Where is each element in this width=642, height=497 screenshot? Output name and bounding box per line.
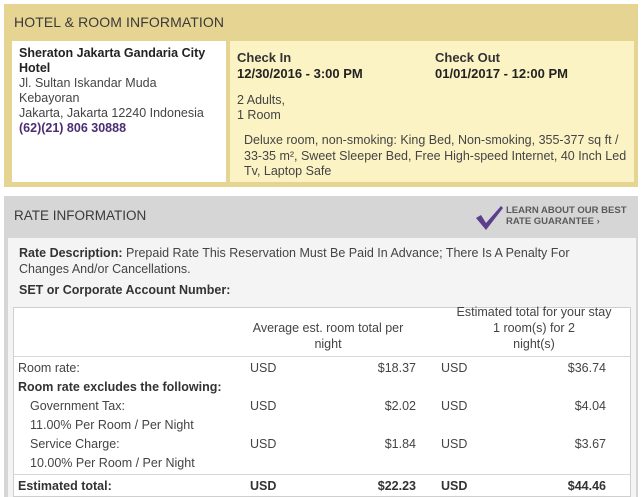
service-charge-total: $3.67 <box>574 437 606 451</box>
estimated-total-label: Estimated total: <box>18 479 112 493</box>
rate-description: Rate Description: Prepaid Rate This Rese… <box>19 246 619 277</box>
room-rate-avg: $18.37 <box>377 361 416 375</box>
guarantee-line-2: RATE GUARANTEE <box>506 216 594 227</box>
hotel-address-line: Jakarta, Jakarta 12240 Indonesia <box>19 106 204 120</box>
currency-cell: USD <box>441 437 468 451</box>
rate-section-title: RATE INFORMATION <box>14 208 147 223</box>
currency-cell: USD <box>441 399 468 413</box>
room-rate-label: Room rate: <box>18 361 80 375</box>
hotel-address-line: Kebayoran <box>19 91 80 105</box>
service-charge-detail: 10.00% Per Room / Per Night <box>30 456 195 470</box>
guarantee-line-1: LEARN ABOUT OUR BEST <box>506 205 627 216</box>
chevron-right-icon: › <box>596 216 600 227</box>
rate-description-label: Rate Description: <box>19 246 123 260</box>
currency-cell: USD <box>250 437 277 451</box>
guest-count: 2 Adults, <box>237 93 285 107</box>
best-rate-guarantee-link[interactable]: LEARN ABOUT OUR BEST RATE GUARANTEE › <box>474 202 634 232</box>
hotel-info-box: Sheraton Jakarta Gandaria City Hotel Jl.… <box>12 41 226 182</box>
estimated-total: $44.46 <box>567 479 606 493</box>
currency-cell: USD <box>250 399 277 413</box>
total-column-header: Estimated total for your stay 1 room(s) … <box>456 305 612 351</box>
currency-cell: USD <box>441 361 468 375</box>
check-out-label: Check Out <box>435 50 501 65</box>
hotel-section-title: HOTEL & ROOM INFORMATION <box>14 14 225 30</box>
currency-cell: USD <box>250 361 277 375</box>
check-in-label: Check In <box>237 50 292 65</box>
hotel-address-line: Jl. Sultan Iskandar Muda <box>19 76 157 90</box>
gov-tax-total: $4.04 <box>574 399 606 413</box>
purple-check-icon <box>474 204 504 235</box>
hotel-phone-link[interactable]: (62)(21) 806 30888 <box>19 121 219 136</box>
occupancy-info: 2 Adults, 1 Room <box>237 93 285 123</box>
rate-panel: RATE INFORMATION LEARN ABOUT OUR BEST RA… <box>4 196 638 497</box>
rate-table: Average est. room total per night Estima… <box>13 305 631 497</box>
currency-cell: USD <box>250 479 277 493</box>
room-rate-total: $36.74 <box>567 361 606 375</box>
estimated-avg: $22.23 <box>377 479 416 493</box>
rate-body: Rate Description: Prepaid Rate This Rese… <box>8 238 636 497</box>
corporate-account-label: SET or Corporate Account Number: <box>19 283 231 297</box>
stay-info-box: Check In 12/30/2016 - 3:00 PM Check Out … <box>230 41 634 182</box>
gov-tax-label: Government Tax: <box>30 399 125 413</box>
hotel-room-panel: HOTEL & ROOM INFORMATION Sheraton Jakart… <box>4 4 638 187</box>
gov-tax-detail: 11.00% Per Room / Per Night <box>30 418 194 432</box>
table-divider <box>14 356 630 357</box>
gov-tax-avg: $2.02 <box>384 399 416 413</box>
table-divider <box>14 474 630 475</box>
currency-cell: USD <box>441 479 468 493</box>
check-out-value: 01/01/2017 - 12:00 PM <box>435 66 568 81</box>
hotel-name: Sheraton Jakarta Gandaria City Hotel <box>19 46 206 75</box>
check-in-value: 12/30/2016 - 3:00 PM <box>237 66 363 81</box>
service-charge-label: Service Charge: <box>30 437 120 451</box>
room-description: Deluxe room, non-smoking: King Bed, Non-… <box>244 133 627 178</box>
avg-column-header: Average est. room total per night <box>252 321 404 351</box>
room-count: 1 Room <box>237 108 281 122</box>
service-charge-avg: $1.84 <box>384 437 416 451</box>
excludes-label: Room rate excludes the following: <box>18 380 222 394</box>
